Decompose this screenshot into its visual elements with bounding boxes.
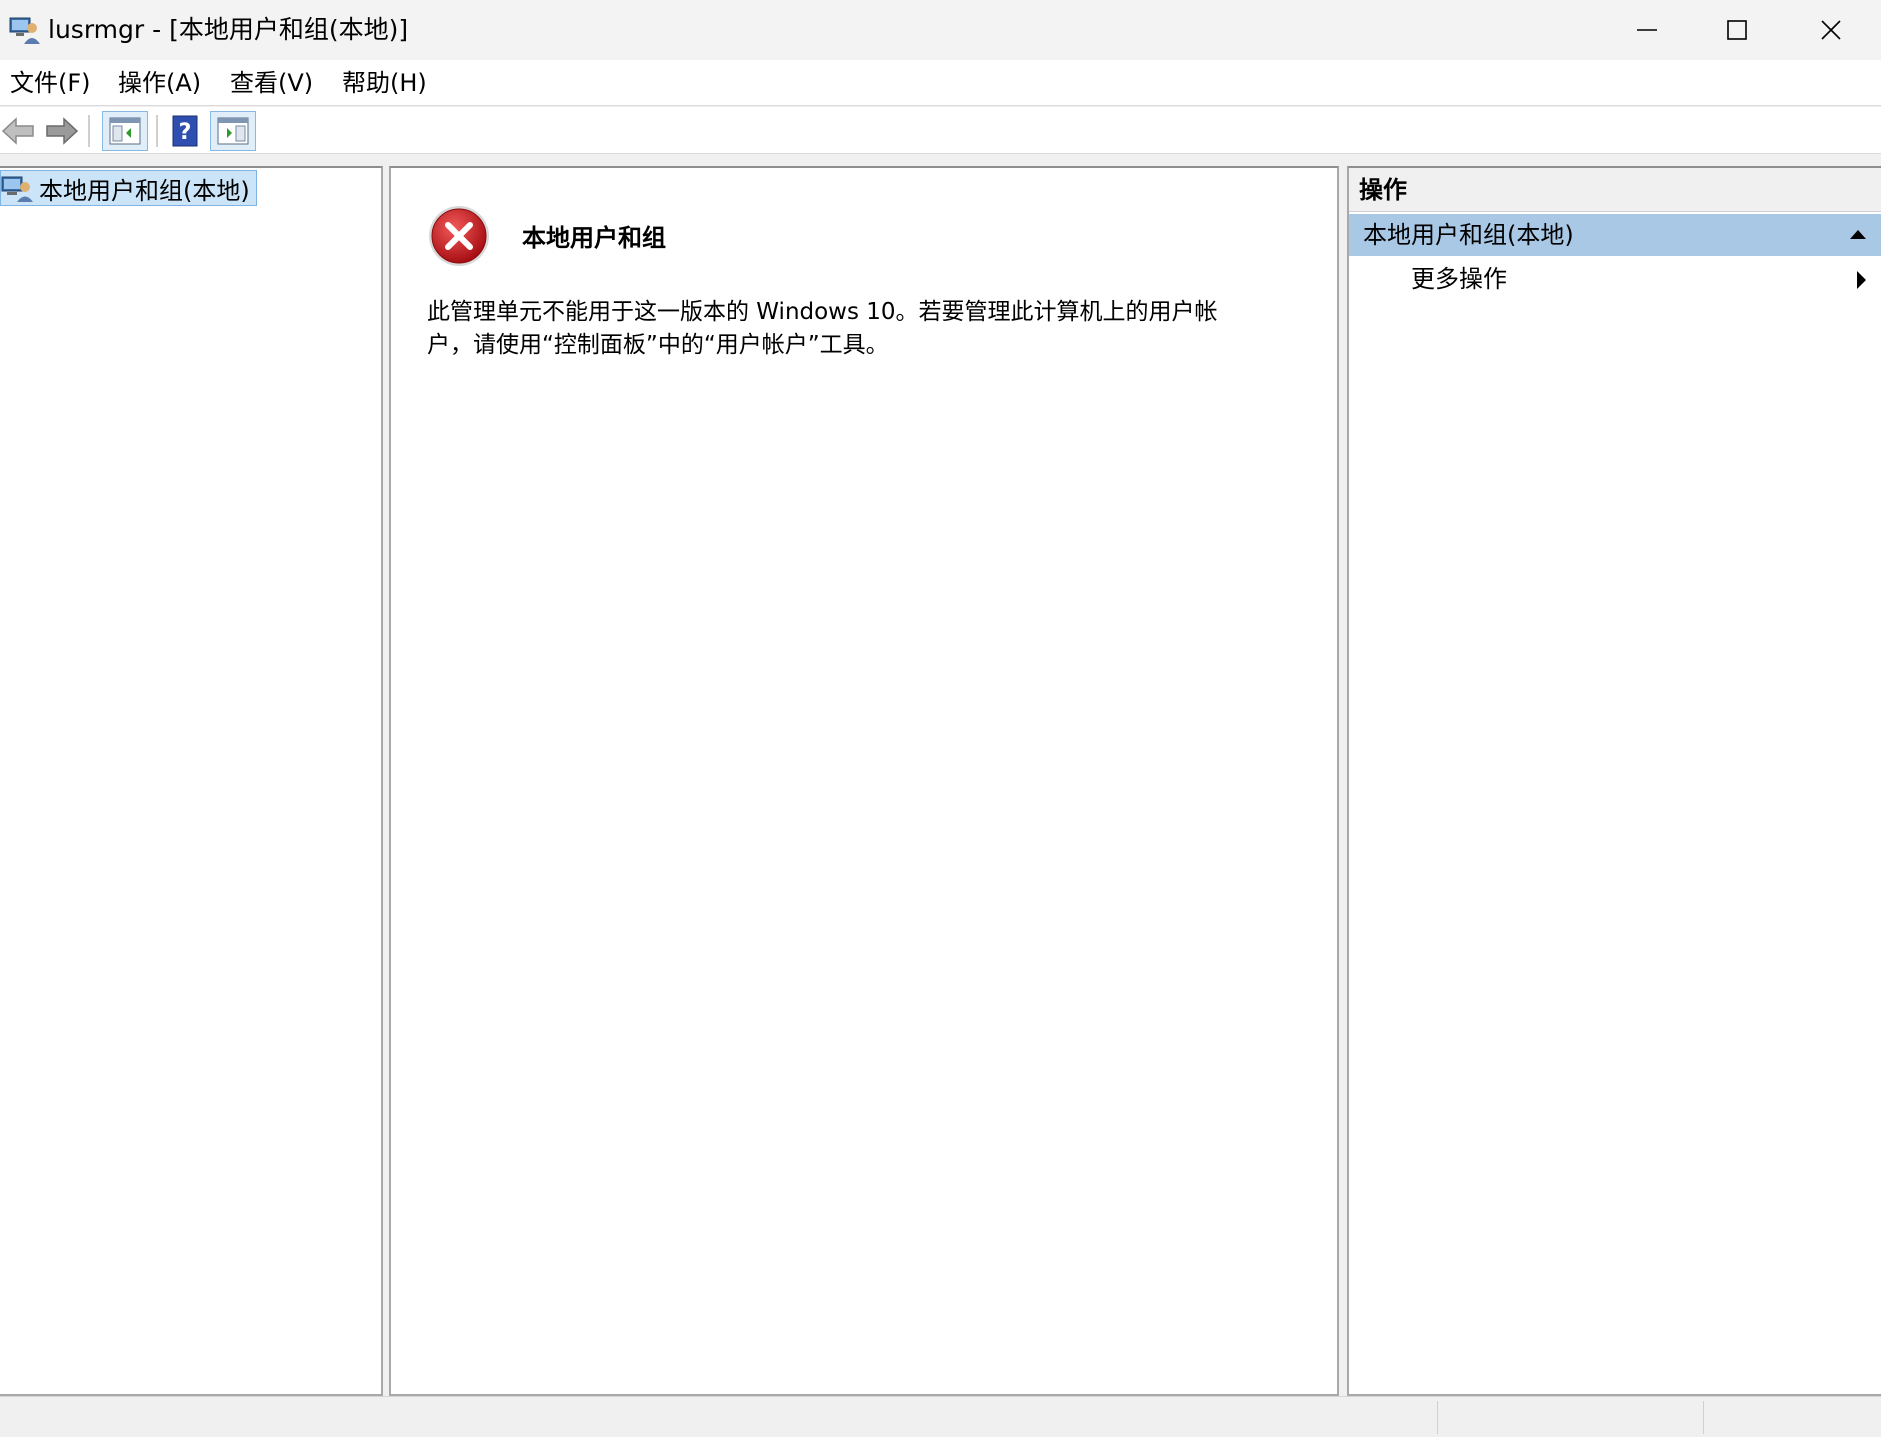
minimize-button[interactable] <box>1602 0 1692 60</box>
maximize-button[interactable] <box>1692 0 1782 60</box>
menu-help[interactable]: 帮助(H) <box>332 66 437 100</box>
error-message: 此管理单元不能用于这一版本的 Windows 10。若要管理此计算机上的用户帐户… <box>427 299 1218 358</box>
svg-text:?: ? <box>179 120 192 145</box>
status-bar-separator <box>1437 1401 1438 1434</box>
show-hide-action-pane-button[interactable] <box>210 111 256 151</box>
action-group-label: 本地用户和组(本地) <box>1363 221 1574 249</box>
content-heading: 本地用户和组 <box>522 224 666 252</box>
menu-view[interactable]: 查看(V) <box>220 66 323 100</box>
workspace: 本地用户和组(本地) 本地用户和组 此管理单元不能用于这一版本的 Windows… <box>0 154 1881 1396</box>
tree-node-label: 本地用户和组(本地) <box>39 176 250 205</box>
console-tree-pane[interactable]: 本地用户和组(本地) <box>0 166 383 1396</box>
toolbar-separator <box>88 115 90 147</box>
forward-button[interactable] <box>43 111 81 151</box>
show-hide-console-tree-icon <box>109 117 141 145</box>
status-bar-separator <box>1703 1401 1704 1434</box>
action-group-local-users-groups[interactable]: 本地用户和组(本地) <box>1349 214 1881 256</box>
close-button[interactable] <box>1786 0 1876 60</box>
toolbar: ? <box>0 107 1881 154</box>
forward-arrow-icon <box>46 117 79 145</box>
submenu-arrow-icon <box>1857 271 1866 289</box>
computer-users-icon <box>1 176 33 202</box>
menu-bar: 文件(F) 操作(A) 查看(V) 帮助(H) <box>0 60 1881 106</box>
action-item-more-actions[interactable]: 更多操作 <box>1349 258 1881 300</box>
content-pane: 本地用户和组 此管理单元不能用于这一版本的 Windows 10。若要管理此计算… <box>389 166 1339 1396</box>
help-button[interactable]: ? <box>168 111 202 151</box>
tree-node-local-users-groups[interactable]: 本地用户和组(本地) <box>0 170 257 206</box>
action-pane-title: 操作 <box>1359 176 1407 204</box>
back-arrow-icon <box>1 117 34 145</box>
toolbar-separator <box>156 115 158 147</box>
action-pane-header: 操作 <box>1349 168 1881 212</box>
title-bar[interactable]: lusrmgr - [本地用户和组(本地)] <box>0 0 1881 60</box>
back-button[interactable] <box>0 111 36 151</box>
close-icon <box>1821 20 1841 40</box>
action-item-label: 更多操作 <box>1411 265 1507 293</box>
menu-file[interactable]: 文件(F) <box>0 66 101 100</box>
collapse-up-icon[interactable] <box>1849 228 1867 240</box>
help-icon: ? <box>172 115 198 147</box>
show-hide-console-tree-button[interactable] <box>102 111 148 151</box>
minimize-icon <box>1637 29 1657 31</box>
computer-users-icon <box>8 12 42 46</box>
menu-action[interactable]: 操作(A) <box>108 66 211 100</box>
action-pane: 操作 本地用户和组(本地) 更多操作 <box>1347 166 1881 1396</box>
window-title: lusrmgr - [本地用户和组(本地)] <box>48 15 409 44</box>
maximize-icon <box>1727 20 1747 40</box>
show-hide-action-pane-icon <box>217 117 249 145</box>
error-icon <box>427 204 491 272</box>
status-bar <box>0 1396 1881 1437</box>
